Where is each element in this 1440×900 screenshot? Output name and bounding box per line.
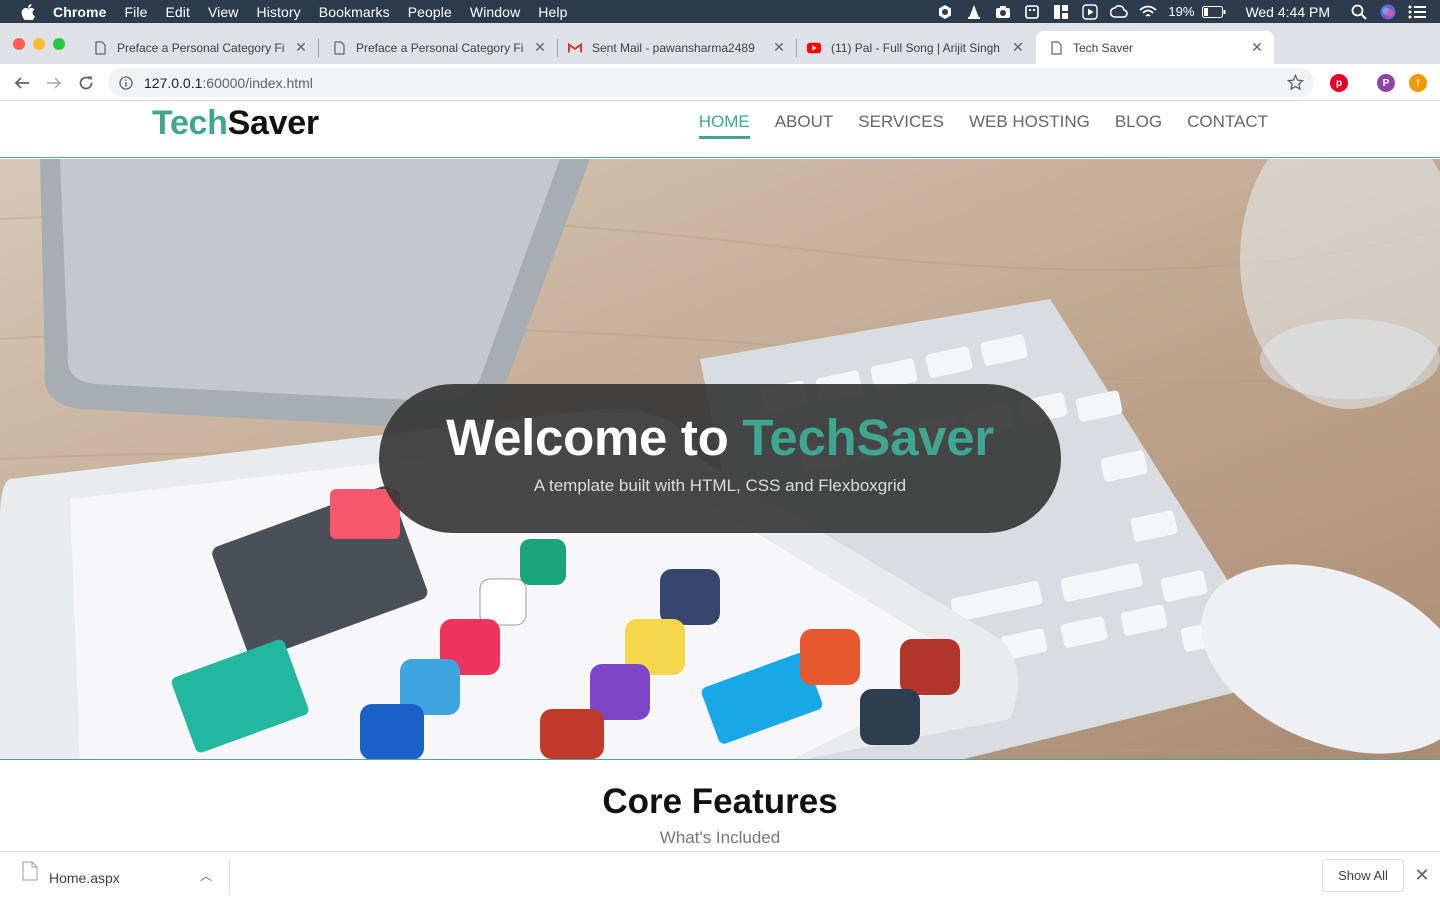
browser-tab[interactable]: Preface a Personal Category Fi ✕ [80,31,319,64]
page-icon [93,40,107,55]
gamepad-icon[interactable] [1023,4,1041,20]
browser-tab-strip: Preface a Personal Category Fi ✕ Preface… [0,23,1440,81]
site-logo[interactable]: TechSaver [152,102,319,144]
hero-heading-prefix: Welcome to [446,409,729,466]
hero-tagline: A template built with HTML, CSS and Flex… [533,476,907,495]
minimize-window-button[interactable] [33,38,45,50]
browser-tab[interactable]: Preface a Personal Category Fi ✕ [319,31,558,64]
camera-icon[interactable] [994,4,1012,20]
file-icon[interactable] [22,861,38,881]
close-shelf-icon[interactable]: ✕ [1414,865,1430,886]
page-icon [332,40,346,55]
hero-heading: Welcome to TechSaver [379,410,1061,466]
hero-section: Welcome to TechSaver A template built wi… [0,159,1440,760]
notification-center-icon[interactable] [1408,4,1426,20]
menu-history[interactable]: History [257,4,301,20]
menu-file[interactable]: File [125,4,148,20]
macos-menu-bar: Chrome File Edit View History Bookmarks … [0,0,1440,23]
close-tab-icon[interactable]: ✕ [294,39,308,56]
address-bar[interactable]: 127.0.0.1:60000/index.html [108,68,1314,97]
tab-title: (11) Pal - Full Song | Arijit Singh [831,40,1000,55]
welcome-banner: Welcome to TechSaver A template built wi… [379,384,1061,533]
close-tab-icon[interactable]: ✕ [772,39,786,56]
nav-web-hosting[interactable]: WEB HOSTING [969,112,1090,139]
apple-icon[interactable] [21,3,35,20]
logo-saver: Saver [227,104,319,142]
close-tab-icon[interactable]: ✕ [1011,39,1025,56]
nav-home[interactable]: HOME [698,112,750,139]
reload-button[interactable] [76,73,96,93]
features-title: Core Features [602,782,838,821]
menu-bar-clock[interactable]: Wed 4:44 PM [1245,4,1330,20]
close-tab-icon[interactable]: ✕ [533,39,547,56]
menu-app-name[interactable]: Chrome [53,4,107,20]
hexagon-app-icon[interactable] [936,4,954,20]
shelf-divider [229,859,230,895]
chevron-up-icon[interactable]: ︿ [200,867,212,884]
hero-heading-brand: TechSaver [742,409,994,466]
url-host: 127.0.0.1 [144,74,203,91]
tab-title: Preface a Personal Category Fi [356,40,524,55]
download-file-name[interactable]: Home.aspx [49,870,120,886]
nav-contact[interactable]: CONTACT [1187,112,1268,139]
main-nav: HOME ABOUT SERVICES WEB HOSTING BLOG CON… [674,112,1268,139]
site-header: TechSaver HOME ABOUT SERVICES WEB HOSTIN… [0,102,1440,158]
menu-bar-status-area: 19% Wed 4:44 PM [936,0,1440,23]
menu-edit[interactable]: Edit [165,4,190,20]
forward-button[interactable] [44,73,64,93]
spotlight-search-icon[interactable] [1350,4,1368,20]
menu-window[interactable]: Window [470,4,520,20]
nav-about[interactable]: ABOUT [775,112,834,139]
menu-view[interactable]: View [208,4,239,20]
menu-bookmarks[interactable]: Bookmarks [319,4,390,20]
tab-title: Tech Saver [1073,40,1134,55]
zoom-window-button[interactable] [53,38,65,50]
wifi-icon[interactable] [1139,4,1157,20]
tab-title: Sent Mail - pawansharma2489 [592,40,755,55]
siri-icon[interactable] [1379,4,1397,20]
youtube-icon [807,41,821,55]
pinterest-extension-icon[interactable]: p [1330,74,1348,92]
nav-services[interactable]: SERVICES [858,112,944,139]
core-features-section: Core Features What's Included [0,760,1440,851]
page-icon [1049,40,1063,55]
menu-people[interactable]: People [408,4,452,20]
download-shelf: Home.aspx ︿ Show All ✕ [0,851,1440,900]
browser-tab[interactable]: (11) Pal - Full Song | Arijit Singh ✕ [797,31,1035,64]
gmail-icon [568,41,582,55]
browser-toolbar: 127.0.0.1:60000/index.html p P ! [0,64,1440,101]
play-icon[interactable] [1081,3,1099,20]
bookmark-star-icon[interactable] [1287,74,1304,91]
url-path: :60000/index.html [202,74,313,91]
browser-tab-active[interactable]: Tech Saver ✕ [1036,31,1274,64]
tab-title: Preface a Personal Category Fi [117,40,285,55]
close-tab-icon[interactable]: ✕ [1250,39,1264,56]
battery-icon[interactable] [1202,4,1226,20]
features-subtitle: What's Included [659,828,781,847]
nav-blog[interactable]: BLOG [1115,112,1162,139]
battery-percentage: 19% [1168,4,1195,19]
menu-help[interactable]: Help [538,4,567,20]
show-all-downloads-button[interactable]: Show All [1322,859,1404,892]
update-alert-icon[interactable]: ! [1409,74,1427,92]
back-button[interactable] [12,73,32,93]
logo-tech: Tech [152,104,228,142]
vlc-icon[interactable] [965,4,983,20]
close-window-button[interactable] [13,38,25,50]
site-info-icon[interactable] [118,75,134,91]
browser-tab[interactable]: Sent Mail - pawansharma2489 ✕ [558,31,797,64]
creative-cloud-icon[interactable] [1110,4,1129,20]
profile-avatar[interactable]: P [1377,74,1395,92]
window-layout-icon[interactable] [1052,4,1070,20]
